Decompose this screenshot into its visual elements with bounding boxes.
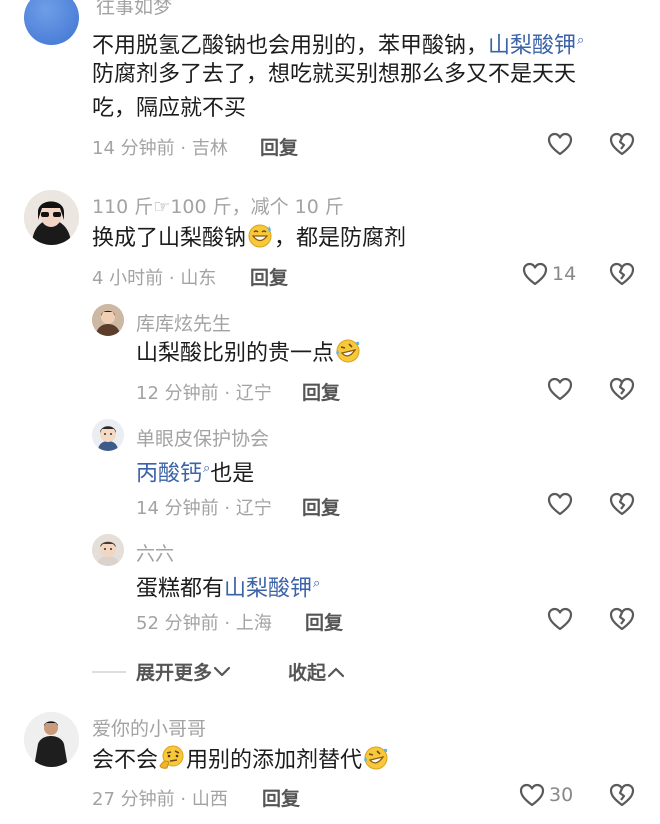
like-count: 14 [552, 263, 577, 285]
dislike-button[interactable] [609, 607, 635, 635]
comment-meta: 27 分钟前 · 山西 [92, 789, 228, 810]
chevron-down-icon [213, 666, 231, 676]
dislike-button[interactable] [609, 377, 635, 405]
comment-text: 会不会 用别的添加剂替代 [92, 744, 390, 778]
grin-sweat-emoji-icon [248, 224, 272, 248]
reply-button[interactable]: 回复 [302, 493, 340, 520]
username[interactable]: 往事如梦 [96, 0, 172, 19]
heart-outline-icon [522, 262, 548, 286]
avatar[interactable] [24, 0, 79, 45]
broken-heart-icon [609, 262, 635, 286]
reply-text: 丙酸钙⌕也是 [136, 461, 255, 487]
rolling-laugh-emoji-icon [364, 746, 388, 770]
reply-button[interactable]: 回复 [262, 784, 300, 811]
username[interactable]: 库库炫先生 [136, 309, 231, 336]
search-mark-icon: ⌕ [313, 576, 321, 591]
avatar[interactable] [92, 304, 124, 336]
broken-heart-icon [609, 377, 635, 401]
thread-controls: 展开更多 收起 [92, 658, 346, 685]
reply-button[interactable]: 回复 [305, 608, 343, 635]
heart-outline-icon [547, 607, 573, 631]
avatar-image [92, 304, 124, 336]
username[interactable]: 爱你的小哥哥 [92, 714, 206, 741]
dislike-button[interactable] [609, 492, 635, 520]
avatar[interactable] [24, 712, 79, 767]
reply-meta: 12 分钟前 · 辽宁 [136, 383, 272, 404]
keyword-link[interactable]: 山梨酸钾 [488, 33, 576, 58]
like-button[interactable] [547, 492, 573, 516]
thinking-emoji-icon [159, 745, 184, 769]
broken-heart-icon [609, 607, 635, 631]
broken-heart-icon [609, 492, 635, 516]
dislike-button[interactable] [609, 783, 635, 811]
chevron-up-icon [327, 667, 345, 677]
reply-meta: 14 分钟前 · 辽宁 [136, 498, 272, 519]
comment-meta: 14 分钟前 · 吉林 [92, 138, 228, 159]
heart-outline-icon [519, 783, 545, 807]
reply-button[interactable]: 回复 [250, 263, 288, 290]
reply-text: 山梨酸比别的贵一点 [136, 337, 362, 371]
comment-meta: 4 小时前 · 山东 [92, 268, 217, 289]
comment-text-line2: 防腐剂多了去了，想吃就买别想那么多又不是天天 [92, 62, 577, 87]
avatar[interactable] [92, 534, 124, 566]
dislike-button[interactable] [609, 132, 635, 160]
dislike-button[interactable] [609, 262, 635, 290]
like-count: 30 [549, 784, 574, 806]
avatar-image [24, 190, 79, 245]
divider [92, 670, 126, 673]
avatar-image [92, 419, 124, 451]
avatar-image [92, 534, 124, 566]
comment-text-line3: 吃，隔应就不买 [92, 96, 247, 121]
username[interactable]: 110 斤☞100 斤，减个 10 斤 [92, 192, 344, 219]
reply-meta: 52 分钟前 · 上海 [136, 613, 272, 634]
like-button[interactable] [547, 132, 573, 156]
comment-text: 换成了山梨酸钠 ，都是防腐剂 [92, 222, 406, 256]
keyword-link[interactable]: 山梨酸钾 [224, 576, 312, 601]
rolling-laugh-emoji-icon [336, 339, 360, 363]
broken-heart-icon [609, 783, 635, 807]
heart-outline-icon [547, 132, 573, 156]
search-mark-icon: ⌕ [577, 33, 585, 48]
heart-outline-icon [547, 377, 573, 401]
keyword-link[interactable]: 丙酸钙 [136, 461, 202, 486]
avatar[interactable] [92, 419, 124, 451]
reply-button[interactable]: 回复 [302, 378, 340, 405]
reply-button[interactable]: 回复 [260, 133, 298, 160]
like-button[interactable]: 30 [519, 783, 573, 807]
heart-outline-icon [547, 492, 573, 516]
like-button[interactable]: 14 [522, 262, 576, 286]
avatar[interactable] [24, 190, 79, 245]
expand-more-button[interactable]: 展开更多 [136, 658, 232, 685]
username[interactable]: 六六 [136, 539, 174, 566]
like-button[interactable] [547, 377, 573, 401]
collapse-button[interactable]: 收起 [288, 658, 346, 685]
like-button[interactable] [547, 607, 573, 631]
reply-text: 蛋糕都有山梨酸钾⌕ [136, 576, 321, 602]
username[interactable]: 单眼皮保护协会 [136, 424, 269, 451]
avatar-image [24, 712, 79, 767]
broken-heart-icon [609, 132, 635, 156]
